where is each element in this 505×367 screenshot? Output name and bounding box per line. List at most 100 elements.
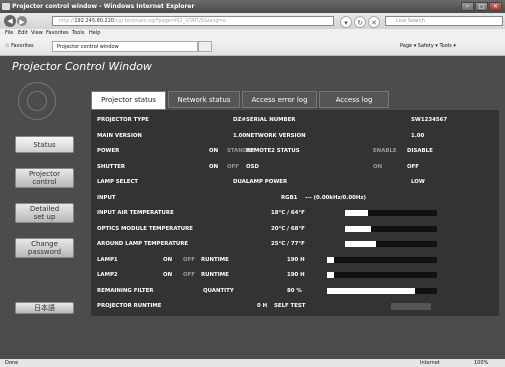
level-bar bbox=[345, 225, 437, 232]
status-label: INPUT bbox=[97, 194, 116, 201]
status-row: LAMP SELECT DUAL LAMP POWER LOW bbox=[91, 176, 499, 189]
status-row: INPUT RGB1 --- (0.00kHz/0.00Hz) bbox=[91, 192, 499, 205]
status-value: LOW bbox=[411, 179, 425, 185]
status-value: 190 H bbox=[287, 256, 305, 263]
status-label: SHUTTER bbox=[97, 163, 126, 170]
sidebar-item-detailed-setup[interactable]: Detailed set up bbox=[15, 203, 74, 223]
status-panel: PROJECTOR TYPE DZ# SERIAL NUMBER SW1234567 M… bbox=[91, 110, 499, 316]
close-button[interactable]: ✕ bbox=[489, 2, 502, 11]
tab-network-status[interactable]: Network status bbox=[168, 91, 240, 108]
status-label: LAMP1 bbox=[97, 256, 118, 263]
sidebar-item-status[interactable]: Status bbox=[15, 136, 74, 153]
menu-file[interactable]: File bbox=[5, 29, 13, 38]
level-bar bbox=[345, 210, 437, 216]
level-bar bbox=[327, 287, 437, 294]
menu-tools[interactable]: Tools bbox=[72, 29, 84, 38]
sidebar-item-projector-control[interactable]: Projector control bbox=[15, 168, 74, 188]
status-label: AROUND LAMP TEMPERATURE bbox=[97, 241, 189, 247]
sidebar-item-change-password[interactable]: Change password bbox=[15, 238, 74, 258]
status-row: SHUTTER ON OFF OSD ON OFF bbox=[91, 161, 499, 174]
status-label: OSD bbox=[246, 163, 259, 170]
window-title: Projector control window - Windows Inter… bbox=[12, 3, 195, 10]
address-bar: ◀ ▶ http://192.245.80.220/cgi-bin/main.c… bbox=[0, 13, 505, 29]
level-bar-fill bbox=[327, 272, 334, 278]
dropdown-icon[interactable]: ▾ bbox=[340, 16, 352, 28]
forward-button[interactable]: ▶ bbox=[17, 16, 27, 26]
ie-icon bbox=[2, 3, 10, 10]
new-tab-button[interactable] bbox=[198, 41, 212, 52]
status-row: INPUT AIR TEMPERATURE 18°C / 64°F bbox=[91, 207, 499, 220]
status-value: 1.00 bbox=[233, 132, 247, 139]
status-label: QUANTITY bbox=[203, 287, 234, 294]
status-row: PROJECTOR TYPE DZ# SERIAL NUMBER SW1234567 bbox=[91, 114, 499, 127]
minimize-button[interactable]: – bbox=[461, 2, 474, 11]
status-row: REMAINING FILTER QUANTITY 80 % bbox=[91, 285, 499, 298]
status-value: 1.00 bbox=[411, 132, 425, 139]
tab-projector-status[interactable]: Projector status bbox=[91, 91, 166, 110]
favorites-bar: ☆ Favorites Projector control window Pag… bbox=[0, 38, 505, 56]
status-value: OFF bbox=[407, 163, 419, 170]
status-row: OPTICS MODULE TEMPERATURE 20°C / 68°F bbox=[91, 223, 499, 236]
status-row: POWER ON STANDBY REMOTE2 STATUS ENABLE DISABL… bbox=[91, 145, 499, 158]
status-row: LAMP2 ON OFF RUNTIME 190 H bbox=[91, 269, 499, 282]
status-label: PROJECTOR RUNTIME bbox=[97, 303, 162, 309]
status-row: MAIN VERSION 1.00 NETWORK VERSION 1.00 bbox=[91, 130, 499, 143]
level-bar-fill bbox=[327, 287, 415, 294]
status-value: RGB1 bbox=[281, 194, 298, 201]
menu-edit[interactable]: Edit bbox=[18, 29, 28, 38]
level-bar bbox=[327, 272, 437, 278]
status-label: PROJECTOR TYPE bbox=[97, 117, 149, 123]
status-label: SERIAL NUMBER bbox=[246, 117, 296, 123]
sidebar-item-japanese[interactable]: 日本語 bbox=[15, 302, 74, 314]
status-value-alt: OFF bbox=[183, 256, 195, 263]
status-label: OPTICS MODULE TEMPERATURE bbox=[97, 225, 193, 232]
menu-help[interactable]: Help bbox=[89, 29, 100, 38]
url-input[interactable]: http://192.245.80.220/cgi-bin/main.cgi?p… bbox=[52, 16, 334, 26]
status-row: LAMP1 ON OFF RUNTIME 190 H bbox=[91, 254, 499, 267]
status-label: LAMP SELECT bbox=[97, 179, 139, 185]
page-content: Projector Control Window Status Projecto… bbox=[0, 56, 505, 359]
status-value: 20°C / 68°F bbox=[271, 225, 305, 232]
search-input[interactable]: Live Search bbox=[385, 16, 503, 26]
status-label: POWER bbox=[97, 148, 120, 154]
stop-button[interactable]: ✕ bbox=[368, 16, 380, 28]
refresh-button[interactable]: ↻ bbox=[354, 16, 366, 28]
status-label: NETWORK VERSION bbox=[246, 132, 306, 139]
status-value: 80 % bbox=[287, 287, 302, 294]
level-bar-fill bbox=[345, 241, 377, 247]
level-bar-fill bbox=[345, 210, 368, 216]
status-value: 0 H bbox=[257, 303, 268, 309]
status-text: Done bbox=[5, 360, 19, 366]
maximize-button[interactable]: □ bbox=[475, 2, 488, 11]
status-label: LAMP2 bbox=[97, 272, 118, 278]
status-value: 190 H bbox=[287, 272, 305, 278]
status-value: 25°C / 77°F bbox=[271, 241, 305, 247]
toolbar-menus[interactable]: Page ▾ Safety ▾ Tools ▾ bbox=[400, 38, 456, 55]
status-value: ON bbox=[163, 272, 173, 278]
status-label: REMOTE2 STATUS bbox=[246, 148, 300, 154]
status-value-alt: OFF bbox=[227, 163, 239, 170]
favorites-button[interactable]: ☆ Favorites bbox=[5, 38, 34, 55]
back-button[interactable]: ◀ bbox=[4, 15, 16, 27]
status-value: DZ# bbox=[233, 117, 246, 123]
zoom-level[interactable]: 100% bbox=[474, 359, 488, 367]
tab-access-error-log[interactable]: Access error log bbox=[242, 91, 317, 108]
menu-bar: File Edit View Favorites Tools Help bbox=[0, 29, 505, 38]
browser-tab[interactable]: Projector control window bbox=[52, 41, 198, 52]
menu-view[interactable]: View bbox=[31, 29, 43, 38]
status-bar: Done Internet 100% bbox=[0, 359, 505, 367]
status-label: LAMP POWER bbox=[246, 179, 288, 185]
status-label: SELF TEST bbox=[274, 303, 306, 309]
status-value: 18°C / 64°F bbox=[271, 210, 305, 216]
logo-inner-circle bbox=[27, 91, 47, 111]
menu-favorites[interactable]: Favorites bbox=[46, 29, 69, 38]
status-value: ON bbox=[209, 163, 219, 170]
status-label: RUNTIME bbox=[201, 256, 229, 263]
zone-label: Internet bbox=[420, 360, 440, 366]
level-bar-fill bbox=[345, 225, 371, 232]
status-value-alt: ENABLE bbox=[373, 148, 397, 154]
status-row: PROJECTOR RUNTIME 0 H SELF TEST bbox=[91, 300, 499, 313]
status-label: RUNTIME bbox=[201, 272, 229, 278]
status-value: ON bbox=[209, 148, 219, 154]
tab-access-log[interactable]: Access log bbox=[319, 91, 389, 108]
